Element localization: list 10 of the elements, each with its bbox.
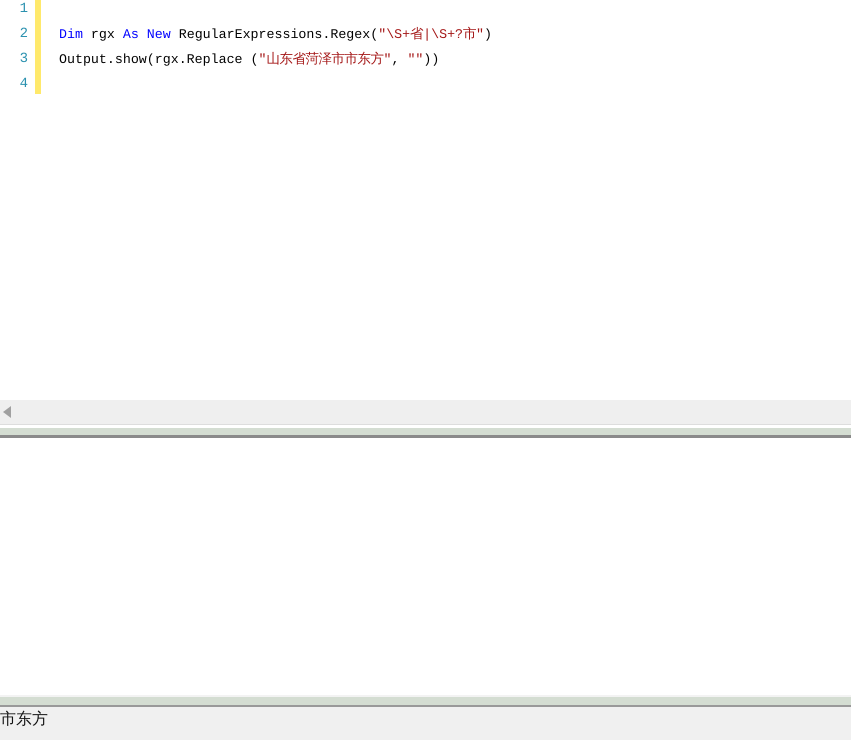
code-line: Dim rgx As New RegularExpressions.Regex("\S+省|\S+?市") — [59, 26, 492, 42]
line-number: 3 — [20, 50, 28, 66]
line-number: 2 — [20, 26, 28, 42]
scroll-left-icon[interactable] — [3, 406, 11, 418]
splitter[interactable] — [0, 428, 851, 438]
line-number: 4 — [20, 76, 28, 92]
code-line: Output.show(rgx.Replace ("山东省菏泽市市东方", "")) — [59, 50, 440, 68]
line-number: 1 — [20, 0, 28, 16]
horizontal-scrollbar[interactable] — [0, 400, 851, 425]
output-text: 市东方 — [0, 709, 48, 728]
